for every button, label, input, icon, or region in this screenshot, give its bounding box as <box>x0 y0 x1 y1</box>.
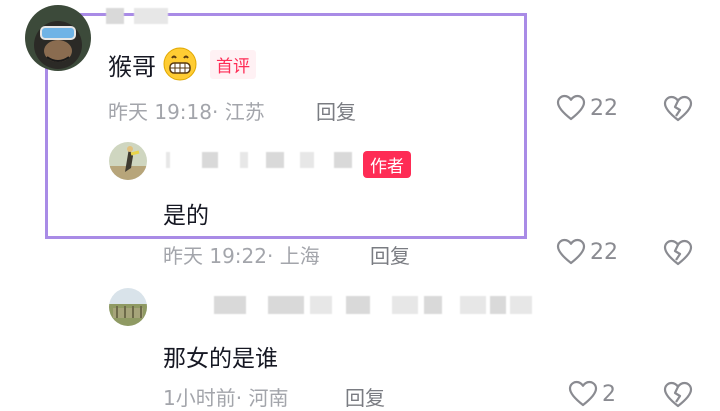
heart-icon <box>568 380 598 408</box>
reply-avatar-author[interactable] <box>109 142 147 180</box>
reply-text: 是的 <box>163 203 209 229</box>
reply-meta: 1小时前· 河南 <box>163 382 288 411</box>
reply-button[interactable]: 回复 <box>345 382 385 411</box>
grinning-face-icon <box>162 46 198 82</box>
reply-text: 那女的是谁 <box>163 346 278 372</box>
heart-icon <box>556 238 586 266</box>
like-count: 2 <box>602 381 616 407</box>
dislike-broken-heart-icon[interactable] <box>663 381 693 409</box>
comment-location: 江苏 <box>224 100 265 124</box>
like-count: 22 <box>590 95 618 121</box>
comment-author-name[interactable]: 猴哥 <box>108 47 156 82</box>
like-button[interactable]: 22 <box>556 238 618 266</box>
blurred-username-top <box>106 8 168 24</box>
dislike-broken-heart-icon[interactable] <box>663 95 693 123</box>
heart-icon <box>556 94 586 122</box>
reply-meta: 昨天 19:22· 上海 <box>163 240 320 269</box>
reply-time: 昨天 19:22 <box>163 244 267 268</box>
author-badge: 作者 <box>363 151 411 178</box>
dislike-broken-heart-icon[interactable] <box>663 239 693 267</box>
like-button[interactable]: 2 <box>568 380 616 408</box>
separator-dot: · <box>212 100 219 124</box>
reply-avatar[interactable] <box>109 288 147 326</box>
commenter-avatar[interactable] <box>25 5 91 71</box>
reply-button[interactable]: 回复 <box>316 96 356 125</box>
separator-dot: · <box>235 386 243 410</box>
like-button[interactable]: 22 <box>556 94 618 122</box>
reply-location: 河南 <box>248 386 289 410</box>
like-count: 22 <box>590 239 618 265</box>
reply-location: 上海 <box>279 244 320 268</box>
blurred-username-reply-2 <box>214 296 532 314</box>
comment-header: 猴哥 首评 <box>108 46 256 82</box>
reply-button[interactable]: 回复 <box>370 240 410 269</box>
first-comment-badge: 首评 <box>210 49 256 79</box>
separator-dot: · <box>267 244 274 268</box>
blurred-username-reply-1 <box>166 152 352 168</box>
comment-meta: 昨天 19:18· 江苏 <box>108 96 265 125</box>
reply-time: 1小时前 <box>163 386 236 410</box>
comment-time: 昨天 19:18 <box>108 100 212 124</box>
